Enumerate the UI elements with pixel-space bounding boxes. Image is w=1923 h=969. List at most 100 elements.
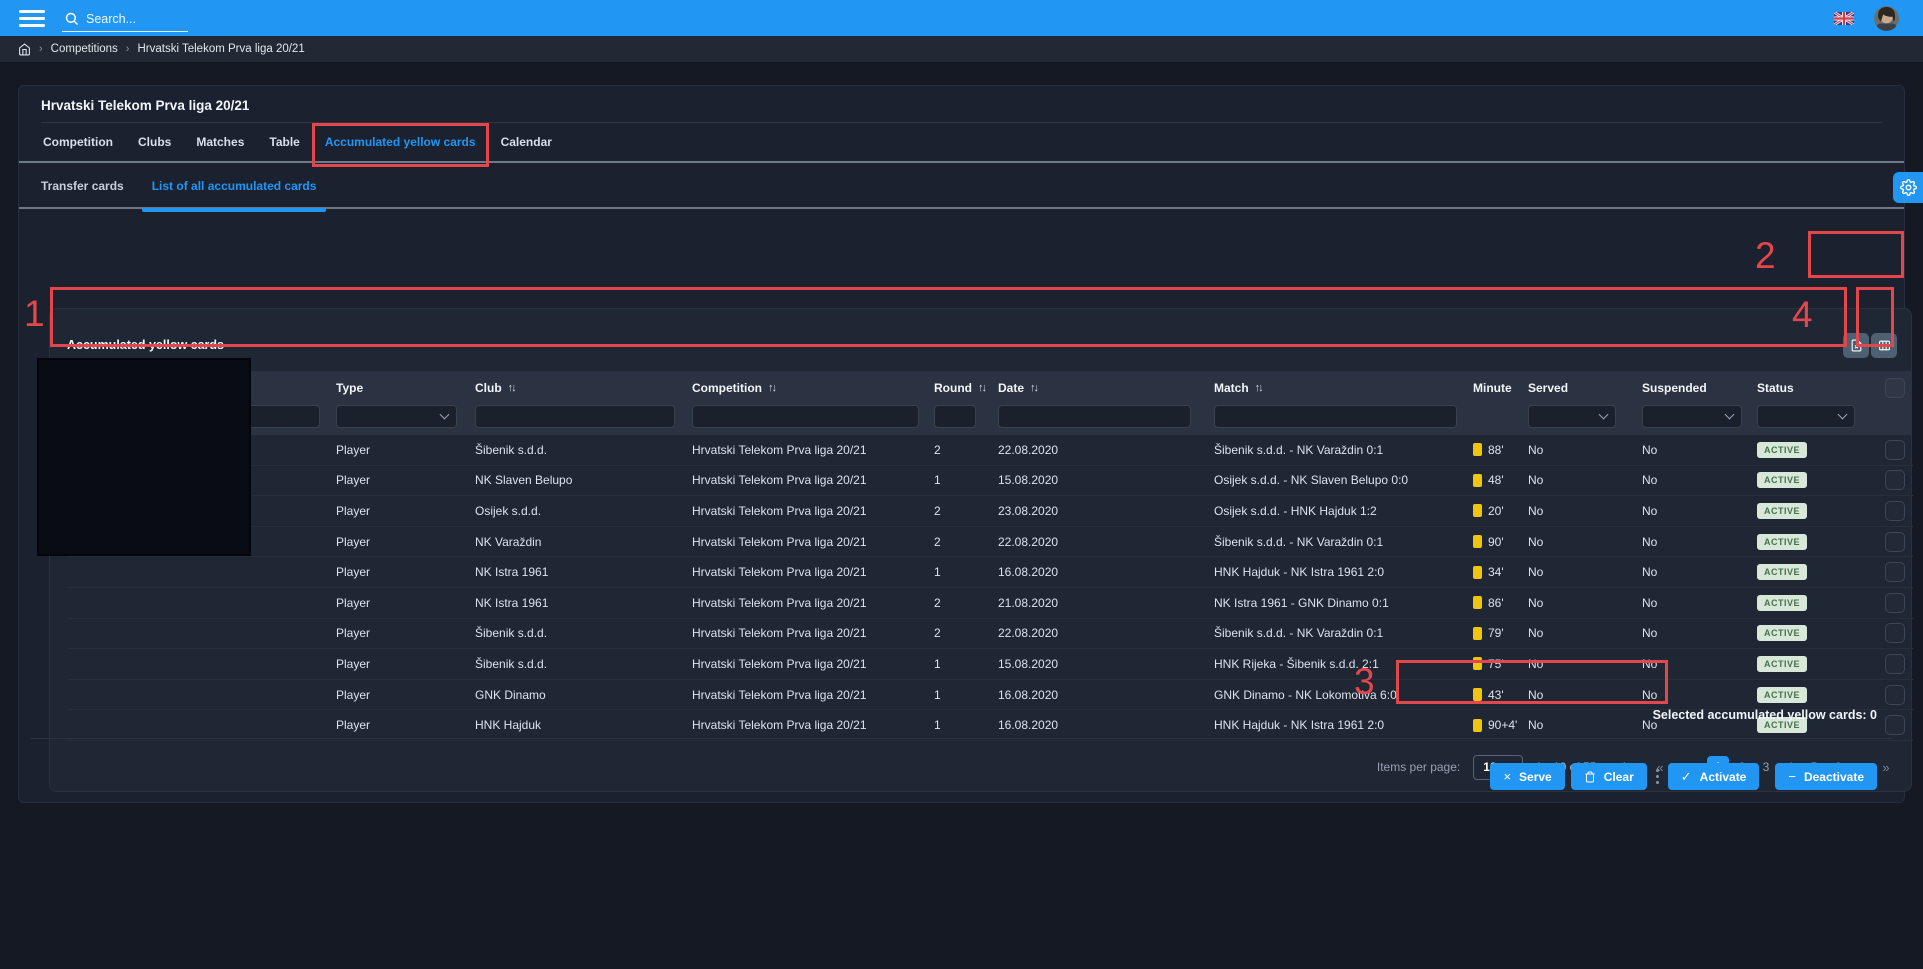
cell-club: NK Varaždin (475, 535, 692, 549)
row-checkbox[interactable] (1885, 654, 1905, 674)
table-row: Player Šibenik s.d.d. Hrvatski Telekom P… (67, 619, 1913, 650)
subtab-list-of-all-accumulated-cards[interactable]: List of all accumulated cards (152, 176, 317, 196)
uk-flag-icon[interactable] (1834, 12, 1854, 25)
cell-competition: Hrvatski Telekom Prva liga 20/21 (692, 688, 934, 702)
row-checkbox[interactable] (1885, 532, 1905, 552)
table-row: Player NK Slaven Belupo Hrvatski Telekom… (67, 466, 1913, 497)
global-search[interactable] (62, 8, 188, 32)
cell-club: HNK Hajduk (475, 718, 692, 732)
cell-competition: Hrvatski Telekom Prva liga 20/21 (692, 565, 934, 579)
cell-served: No (1528, 473, 1642, 487)
table-row: Player Šibenik s.d.d. Hrvatski Telekom P… (67, 649, 1913, 680)
tab-table[interactable]: Table (267, 132, 301, 152)
cell-round: 1 (934, 688, 998, 702)
cell-round: 1 (934, 565, 998, 579)
yellow-card-icon (1473, 535, 1482, 548)
serve-button[interactable]: ×Serve (1490, 763, 1564, 790)
row-checkbox[interactable] (1885, 440, 1905, 460)
cell-minute: 43' (1473, 688, 1528, 702)
subtab-transfer-cards[interactable]: Transfer cards (41, 176, 124, 196)
avatar[interactable] (1874, 6, 1899, 31)
filter-competition-input[interactable] (692, 405, 919, 428)
settings-button[interactable] (1893, 172, 1923, 203)
trash-icon (1584, 771, 1596, 783)
cell-served: No (1528, 718, 1642, 732)
status-badge: ACTIVE (1757, 442, 1807, 458)
cell-suspended: No (1642, 504, 1757, 518)
chevron-down-icon (440, 409, 450, 419)
row-checkbox[interactable] (1885, 685, 1905, 705)
yellow-card-icon (1473, 657, 1482, 670)
cell-round: 1 (934, 473, 998, 487)
file-export-icon (1850, 339, 1863, 352)
tab-clubs[interactable]: Clubs (136, 132, 173, 152)
table-header: ID↑↓ Name↑↓ Type Club↑↓ Competition↑↓ Ro… (50, 371, 1911, 435)
column-header-match[interactable]: Match↑↓ (1214, 381, 1473, 395)
clear-button[interactable]: Clear (1571, 763, 1647, 790)
cell-served: No (1528, 443, 1642, 457)
cell-club: NK Slaven Belupo (475, 473, 692, 487)
cell-served: No (1528, 596, 1642, 610)
filter-status-select[interactable] (1757, 405, 1855, 428)
cell-suspended: No (1642, 565, 1757, 579)
sort-icon[interactable]: ↑↓ (978, 382, 985, 394)
status-badge: ACTIVE (1757, 564, 1807, 580)
cell-date: 22.08.2020 (998, 443, 1214, 457)
tab-calendar[interactable]: Calendar (499, 132, 554, 152)
filter-club-input[interactable] (475, 405, 675, 428)
row-checkbox[interactable] (1885, 562, 1905, 582)
yellow-card-icon (1473, 504, 1482, 517)
sort-icon[interactable]: ↑↓ (508, 382, 515, 394)
status-badge: ACTIVE (1757, 687, 1807, 703)
tab-matches[interactable]: Matches (194, 132, 246, 152)
column-header-date[interactable]: Date↑↓ (998, 381, 1214, 395)
panel-title: Accumulated yellow cards (67, 338, 224, 352)
yellow-card-icon (1473, 596, 1482, 609)
column-header-competition[interactable]: Competition↑↓ (692, 381, 934, 395)
cell-minute: 75' (1473, 657, 1528, 671)
filter-date-input[interactable] (998, 405, 1191, 428)
row-checkbox[interactable] (1885, 623, 1905, 643)
sort-icon[interactable]: ↑↓ (1030, 382, 1037, 394)
filter-served-select[interactable] (1528, 405, 1616, 428)
column-header-club[interactable]: Club↑↓ (475, 381, 692, 395)
cell-suspended: No (1642, 688, 1757, 702)
sort-icon[interactable]: ↑↓ (1255, 382, 1262, 394)
search-input[interactable] (86, 12, 176, 26)
divider (31, 738, 1892, 739)
table-body: Player Šibenik s.d.d. Hrvatski Telekom P… (50, 435, 1911, 741)
cell-type: Player (336, 718, 475, 732)
columns-settings-button[interactable] (1871, 333, 1897, 358)
table-row: Player Osijek s.d.d. Hrvatski Telekom Pr… (67, 496, 1913, 527)
tab-competition[interactable]: Competition (41, 132, 115, 152)
redaction-box (37, 358, 251, 556)
activate-button[interactable]: ✓Activate (1668, 763, 1760, 790)
yellow-card-icon (1473, 443, 1482, 456)
hamburger-menu-icon[interactable] (19, 10, 45, 27)
column-header-round[interactable]: Round↑↓ (934, 381, 998, 395)
row-checkbox[interactable] (1885, 715, 1905, 735)
cell-round: 2 (934, 535, 998, 549)
filter-round-input[interactable] (934, 405, 976, 428)
status-badge: ACTIVE (1757, 595, 1807, 611)
cell-minute: 90' (1473, 535, 1528, 549)
cell-club: Osijek s.d.d. (475, 504, 692, 518)
cell-served: No (1528, 504, 1642, 518)
select-all-checkbox[interactable] (1885, 378, 1905, 398)
filter-match-input[interactable] (1214, 405, 1457, 428)
filter-type-select[interactable] (336, 405, 457, 428)
cell-date: 16.08.2020 (998, 688, 1214, 702)
row-checkbox[interactable] (1885, 470, 1905, 490)
search-icon (64, 11, 79, 26)
row-checkbox[interactable] (1885, 593, 1905, 613)
sort-icon[interactable]: ↑↓ (768, 382, 775, 394)
breadcrumb-competitions[interactable]: Competitions (51, 43, 118, 55)
home-icon[interactable] (18, 43, 31, 56)
row-checkbox[interactable] (1885, 501, 1905, 521)
deactivate-button[interactable]: −Deactivate (1775, 763, 1877, 790)
tab-accumulated-yellow-cards[interactable]: Accumulated yellow cards (323, 132, 478, 152)
pagination-last-button[interactable]: » (1875, 756, 1897, 778)
export-file-button[interactable] (1843, 333, 1869, 358)
filter-suspended-select[interactable] (1642, 405, 1742, 428)
cell-match: HNK Rijeka - Šibenik s.d.d. 2:1 (1214, 657, 1473, 671)
